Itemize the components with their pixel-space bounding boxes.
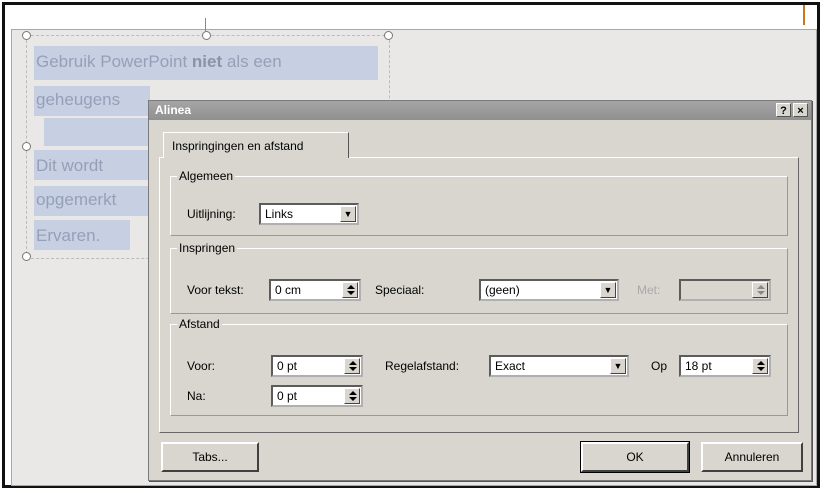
alignment-value: Links (265, 207, 294, 221)
special-dropdown[interactable]: (geen) ▼ (479, 279, 619, 301)
special-value: (geen) (485, 283, 520, 297)
by-label: Met: (637, 283, 661, 297)
slide-text-line: Gebruik PowerPoint niet als een (36, 52, 282, 71)
dialog-titlebar[interactable]: Alinea ? × (149, 101, 811, 120)
spacing-after-value: 0 pt (277, 389, 298, 403)
chevron-down-icon[interactable]: ▼ (610, 358, 626, 374)
accent-line (803, 5, 805, 25)
tab-indents-spacing[interactable]: Inspringingen en afstand (163, 132, 349, 158)
line-spacing-dropdown[interactable]: Exact ▼ (489, 355, 629, 377)
spinner-icon[interactable] (344, 358, 360, 374)
spinner-icon (752, 282, 768, 298)
tab-label: Inspringingen en afstand (172, 139, 304, 153)
spacing-before-label: Voor: (187, 359, 216, 373)
before-text-label: Voor tekst: (187, 283, 244, 297)
close-button[interactable]: × (793, 103, 808, 117)
resize-handle-top-right[interactable] (384, 31, 393, 40)
spinner-icon[interactable] (344, 388, 360, 404)
selection-highlight (44, 118, 152, 146)
slide-text-line: Ervaren. (36, 226, 101, 245)
at-value: 18 pt (685, 359, 712, 373)
tabs-button[interactable]: Tabs... (161, 442, 259, 472)
line-spacing-value: Exact (495, 359, 526, 373)
cancel-button[interactable]: Annuleren (701, 442, 803, 472)
at-label: Op (651, 359, 668, 373)
paragraph-dialog: Alinea ? × Inspringingen en afstand Alge… (148, 100, 812, 481)
tab-panel: Algemeen Uitlijning: Links ▼ Inspringen … (159, 157, 799, 433)
resize-handle-top[interactable] (202, 31, 211, 40)
resize-handle-left[interactable] (22, 142, 31, 151)
spacing-after-label: Na: (187, 389, 206, 403)
resize-handle-bottom-left[interactable] (22, 252, 31, 261)
chevron-down-icon[interactable]: ▼ (600, 282, 616, 298)
spacing-after-field[interactable]: 0 pt (271, 385, 363, 407)
group-general-label: Algemeen (177, 169, 236, 183)
before-text-value: 0 cm (275, 283, 302, 297)
by-field (679, 279, 771, 301)
group-indent-label: Inspringen (177, 241, 238, 255)
dialog-title: Alinea (155, 103, 192, 117)
before-text-field[interactable]: 0 cm (269, 279, 361, 301)
spinner-icon[interactable] (342, 282, 358, 298)
spacing-before-field[interactable]: 0 pt (271, 355, 363, 377)
slide-text-line: Dit wordt (36, 156, 104, 175)
spinner-icon[interactable] (752, 358, 768, 374)
chevron-down-icon[interactable]: ▼ (340, 206, 356, 222)
group-spacing-label: Afstand (177, 317, 222, 331)
top-bar (5, 5, 817, 29)
line-spacing-label: Regelafstand: (385, 359, 460, 373)
group-spacing: Afstand Voor: 0 pt Na: 0 pt Regelafstand… (170, 317, 788, 416)
at-field[interactable]: 18 pt (679, 355, 771, 377)
ok-button[interactable]: OK (580, 441, 690, 473)
group-general: Algemeen Uitlijning: Links ▼ (170, 169, 788, 236)
resize-handle-top-left[interactable] (22, 31, 31, 40)
alignment-label: Uitlijning: (187, 207, 236, 221)
special-label: Speciaal: (375, 283, 425, 297)
slide-text-line: geheugens (36, 90, 121, 109)
alignment-dropdown[interactable]: Links ▼ (259, 203, 359, 225)
rotation-handle-line (205, 18, 206, 32)
help-button[interactable]: ? (776, 103, 791, 117)
spacing-before-value: 0 pt (277, 359, 298, 373)
slide-text-line: opgemerkt (36, 190, 117, 209)
group-indent: Inspringen Voor tekst: 0 cm Speciaal: (g… (170, 241, 788, 314)
